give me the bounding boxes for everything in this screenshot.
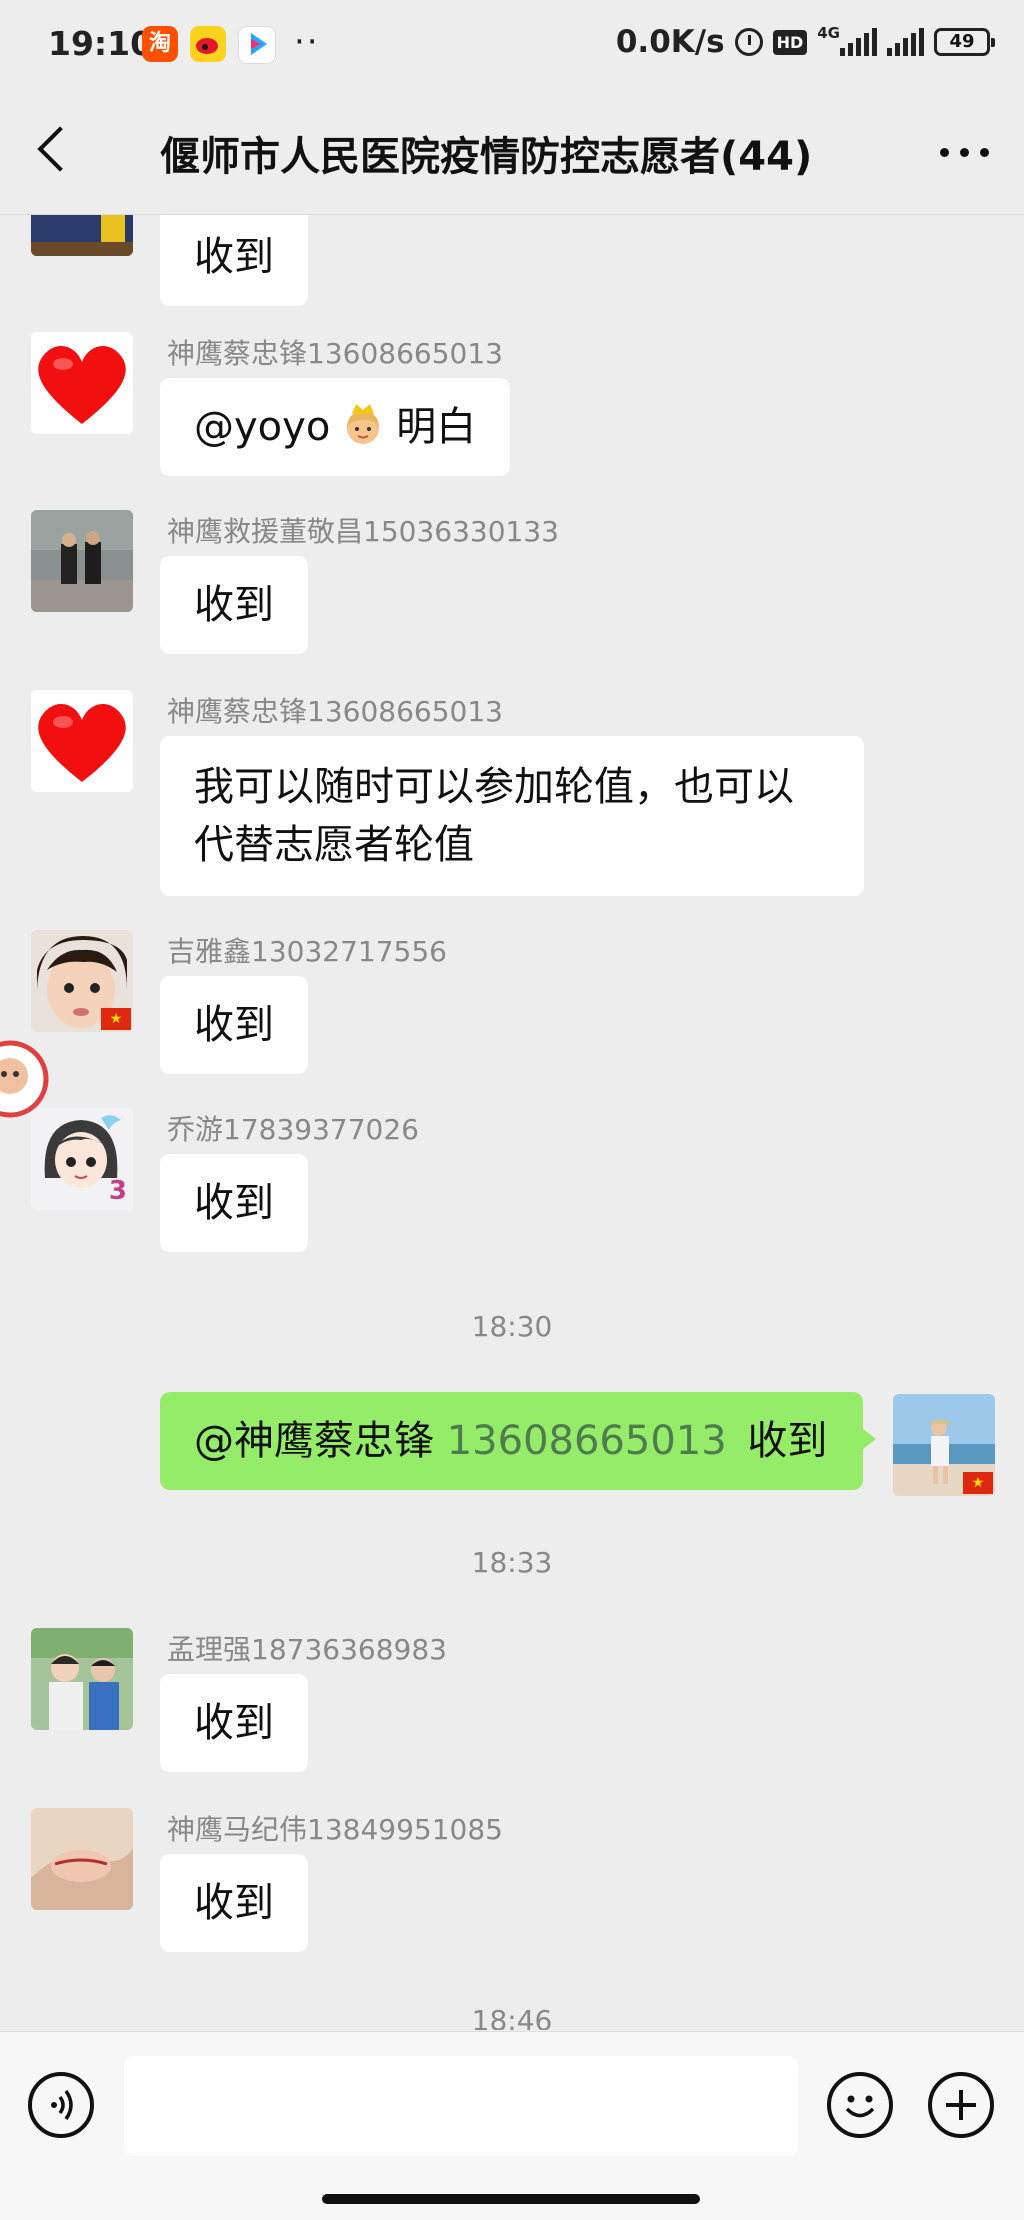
message-text: @yoyo <box>194 404 331 450</box>
self-message-bubble[interactable]: @神鹰蔡忠锋 13608665013 收到 <box>160 1392 876 1490</box>
mention-text[interactable]: @神鹰蔡忠锋 <box>194 1418 434 1464</box>
heart-avatar[interactable] <box>31 332 133 434</box>
message-text: 收到 <box>194 1880 274 1926</box>
network-speed: 0.0K/s <box>615 24 725 60</box>
more-options-icon[interactable] <box>936 130 992 170</box>
weibo-icon <box>190 26 226 62</box>
message-bubble[interactable]: 收到 <box>160 556 308 654</box>
sender-name: 乔游17839377026 <box>167 1113 419 1146</box>
emoji-icon[interactable] <box>827 2072 893 2138</box>
sender-name: 吉雅鑫13032717556 <box>167 935 447 968</box>
more-notifications-icon: ·· <box>294 22 320 62</box>
chat-header: 偃师市人民医院疫情防控志愿者(44) <box>0 90 1024 215</box>
hd-icon: HD <box>772 29 808 55</box>
battery-icon: 49 <box>934 28 995 56</box>
heart-avatar[interactable] <box>31 690 133 792</box>
voice-input-icon[interactable] <box>28 2072 94 2138</box>
message-text: 收到 <box>194 234 274 280</box>
message-text: 收到 <box>194 582 274 628</box>
sender-name: 神鹰蔡忠锋13608665013 <box>167 695 503 728</box>
taobao-icon: 淘 <box>142 26 178 62</box>
sender-name: 神鹰救援董敬昌15036330133 <box>167 515 559 548</box>
two-men-photo-avatar[interactable] <box>31 510 133 612</box>
message-list[interactable]: 收到 神鹰蔡忠锋13608665013 @yoyo 明白 神鹰救援董敬昌1503… <box>0 214 1024 2030</box>
status-indicators: 0.0K/s HD 4G 49 <box>615 24 995 60</box>
self-avatar[interactable]: ★ <box>893 1394 995 1496</box>
message-bubble[interactable]: 收到 <box>160 214 308 306</box>
heart-icon <box>31 332 133 434</box>
avatar[interactable] <box>31 214 133 256</box>
princess-emoji <box>347 404 380 444</box>
message-bubble[interactable]: 收到 <box>160 1674 308 1772</box>
message-bubble[interactable]: 收到 <box>160 1154 308 1252</box>
chat-title: 偃师市人民医院疫情防控志愿者(44) <box>160 134 813 180</box>
message-bubble[interactable]: 收到 <box>160 1854 308 1952</box>
message-text: 明白 <box>396 404 477 450</box>
input-bar <box>0 2031 1024 2220</box>
message-text: 收到 <box>194 1002 274 1048</box>
message-text: 收到 <box>194 1180 274 1226</box>
message-text: 我可以随时可以参加轮值，也可以 <box>194 764 794 810</box>
timestamp: 18:33 <box>471 1546 553 1579</box>
message-text: 代替志愿者轮值 <box>194 822 474 868</box>
china-flag-icon: ★ <box>101 1008 131 1030</box>
message-bubble[interactable]: 收到 <box>160 976 308 1074</box>
sender-name: 神鹰马纪伟13849951085 <box>167 1813 503 1846</box>
sender-name: 孟理强18736368983 <box>167 1633 447 1666</box>
signal-icon <box>887 28 924 56</box>
heart-icon <box>31 690 133 792</box>
kids-photo-avatar[interactable] <box>31 1628 133 1730</box>
youku-icon <box>238 26 276 64</box>
sender-name: 神鹰蔡忠锋13608665013 <box>167 337 503 370</box>
message-bubble[interactable]: 我可以随时可以参加轮值，也可以 代替志愿者轮值 <box>160 736 864 896</box>
message-text: 收到 <box>194 1700 274 1746</box>
network-type: 4G <box>817 24 840 42</box>
child-photo-avatar[interactable]: ★ <box>31 930 133 1032</box>
add-icon[interactable] <box>928 2072 994 2138</box>
message-bubble[interactable]: @yoyo 明白 <box>160 378 511 476</box>
avatar-badge: 3 <box>108 1176 127 1206</box>
floating-widget-icon[interactable] <box>0 1034 60 1124</box>
alarm-icon <box>734 28 763 56</box>
home-indicator[interactable] <box>322 2194 700 2204</box>
status-time: 19:10 <box>48 24 154 63</box>
signal-4g-icon: 4G <box>817 24 877 56</box>
china-flag-icon: ★ <box>963 1472 993 1494</box>
hand-photo-avatar[interactable] <box>31 1808 133 1910</box>
back-icon[interactable] <box>28 118 88 178</box>
timestamp: 18:30 <box>471 1310 553 1343</box>
message-text: 收到 <box>747 1418 828 1464</box>
mention-number[interactable]: 13608665013 <box>447 1418 727 1464</box>
message-input[interactable] <box>124 2056 798 2156</box>
status-bar: 19:10 淘 ·· 0.0K/s HD 4G 49 <box>0 0 1024 90</box>
timestamp: 18:46 <box>471 2004 553 2030</box>
